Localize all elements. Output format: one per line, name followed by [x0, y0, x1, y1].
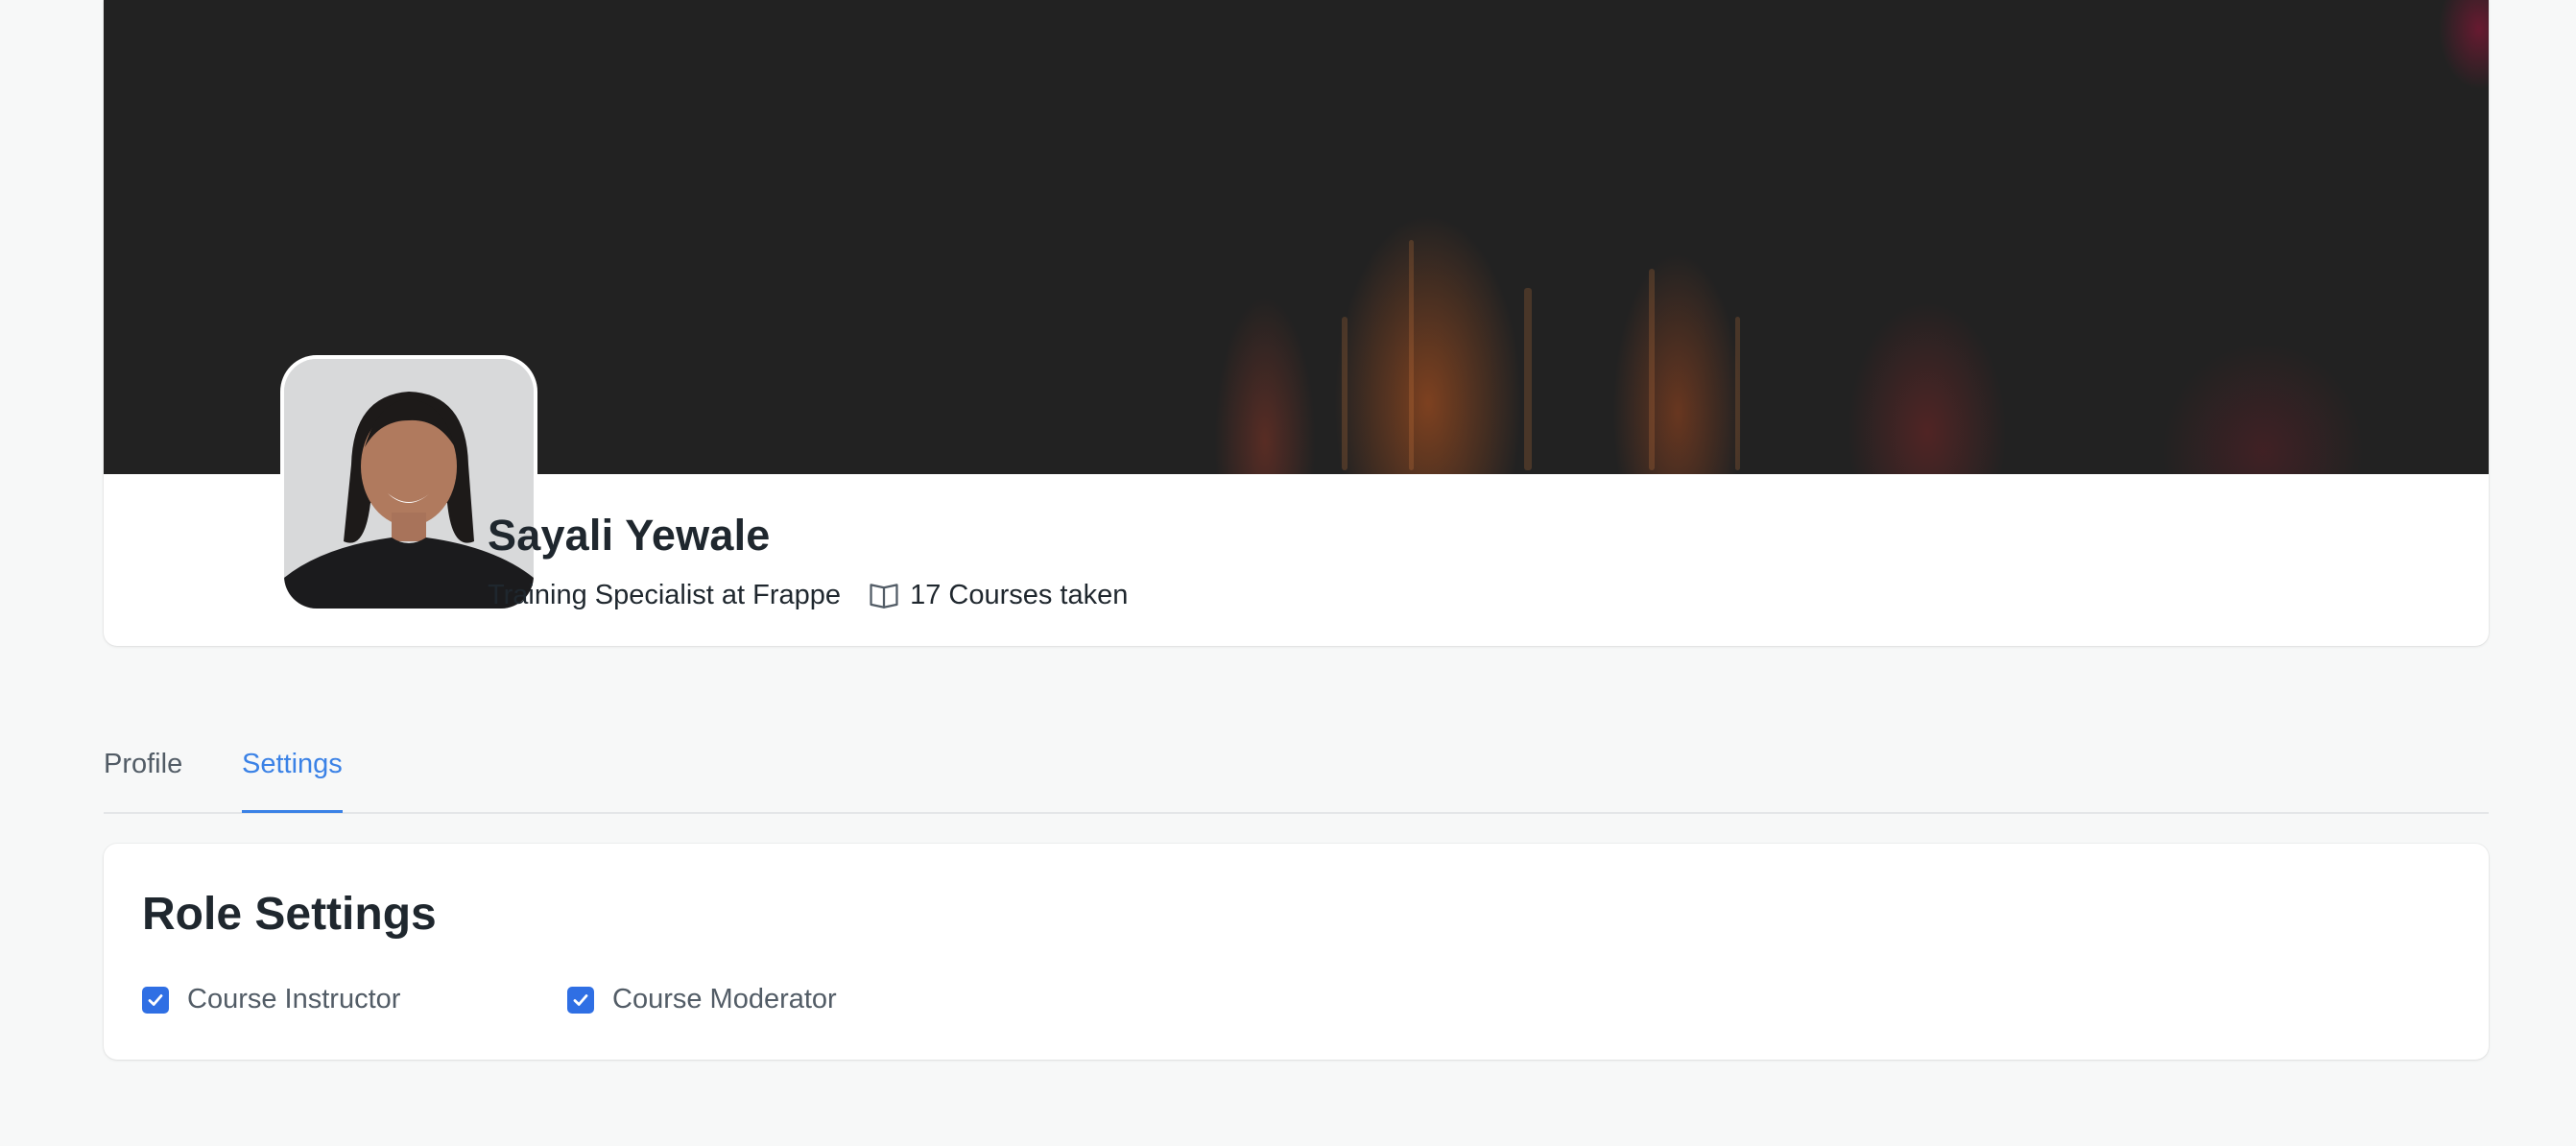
user-name: Sayali Yewale	[488, 511, 771, 560]
course-instructor-checkbox[interactable]	[142, 986, 169, 1014]
courses-taken-count: 17 Courses taken	[910, 579, 1129, 610]
user-headline: Training Specialist at Frappe	[488, 579, 842, 610]
tab-profile[interactable]: Profile	[104, 749, 182, 810]
profile-page: Sayali Yewale Training Specialist at Fra…	[0, 0, 2576, 1146]
user-meta: Training Specialist at Frappe 17 Courses…	[488, 579, 1128, 611]
profile-tabs: Profile Settings	[104, 739, 2489, 814]
course-moderator-option[interactable]: Course Moderator	[567, 984, 837, 1015]
checkmark-icon	[573, 993, 588, 1006]
avatar	[284, 359, 534, 609]
course-moderator-label: Course Moderator	[612, 984, 837, 1015]
course-instructor-label: Course Instructor	[187, 984, 401, 1015]
role-settings-title: Role Settings	[142, 889, 437, 940]
checkmark-icon	[148, 993, 163, 1006]
avatar-photo	[284, 359, 534, 609]
tab-settings[interactable]: Settings	[242, 749, 343, 813]
course-moderator-checkbox[interactable]	[567, 986, 594, 1014]
profile-header-card: Sayali Yewale Training Specialist at Fra…	[104, 0, 2489, 646]
course-instructor-option[interactable]: Course Instructor	[142, 984, 400, 1015]
book-open-icon	[868, 579, 900, 611]
role-settings-card: Role Settings Course Instructor Course M…	[104, 844, 2489, 1060]
